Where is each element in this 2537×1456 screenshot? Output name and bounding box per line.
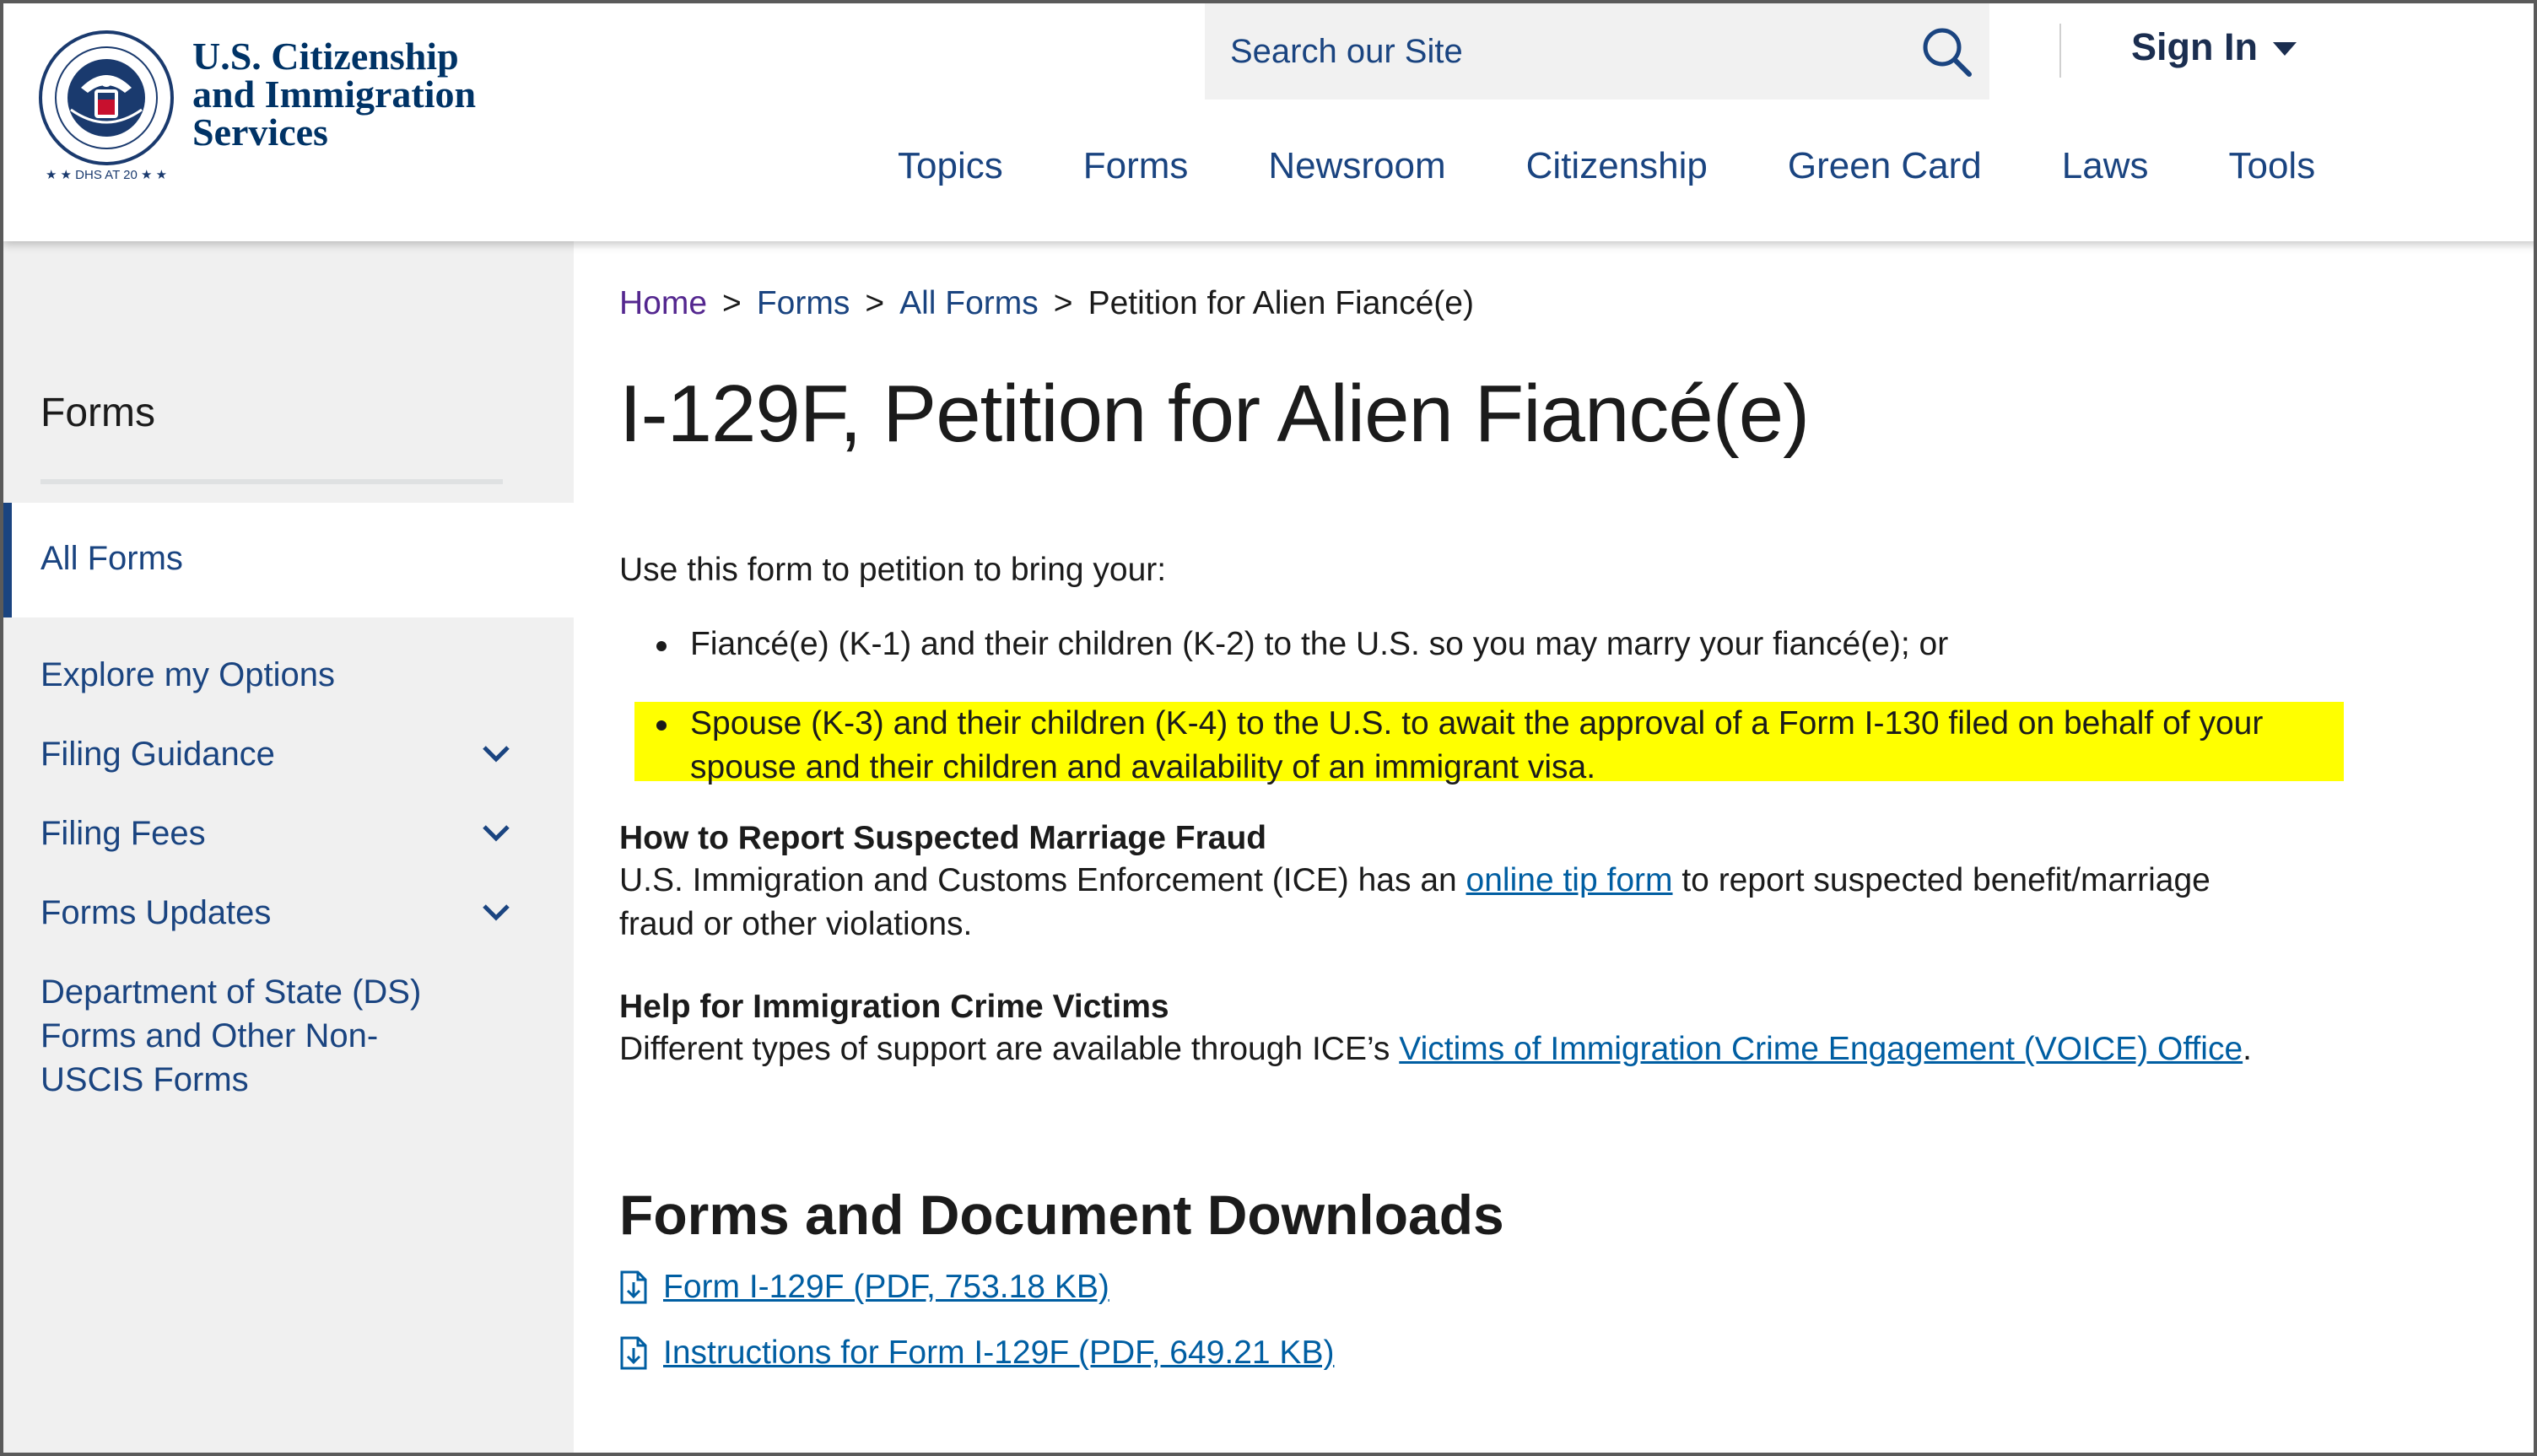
sidebar-item-forms-updates[interactable]: Forms Updates <box>40 891 513 935</box>
nav-newsroom[interactable]: Newsroom <box>1268 145 1445 187</box>
file-download-icon <box>620 1270 647 1304</box>
svg-text:★ ★ DHS AT 20 ★ ★: ★ ★ DHS AT 20 ★ ★ <box>46 168 167 182</box>
list-item: Fiancé(e) (K-1) and their children (K-2)… <box>619 623 2349 666</box>
sidebar-item-explore-my-options[interactable]: Explore my Options <box>40 653 513 697</box>
list-item-text: Fiancé(e) (K-1) and their children (K-2)… <box>690 626 1949 662</box>
chevron-down-icon[interactable] <box>479 817 513 850</box>
agency-line-1: U.S. Citizenship <box>192 35 459 78</box>
download-item: Instructions for Form I-129F (PDF, 649.2… <box>619 1335 1334 1372</box>
breadcrumb-forms[interactable]: Forms <box>757 285 850 321</box>
nav-topics[interactable]: Topics <box>898 145 1003 187</box>
victims-text-after: . <box>2243 1031 2252 1067</box>
instructions-i-129f-pdf-link[interactable]: Instructions for Form I-129F (PDF, 649.2… <box>663 1335 1334 1372</box>
petition-purpose-list: Fiancé(e) (K-1) and their children (K-2)… <box>619 623 2349 666</box>
intro-text: Use this form to petition to bring your: <box>619 552 1167 588</box>
breadcrumb-separator: > <box>722 285 742 321</box>
sign-in-label: Sign In <box>2131 25 2258 68</box>
sidebar-item-label: Filing Guidance <box>40 736 275 773</box>
chevron-down-icon[interactable] <box>479 896 513 930</box>
site-search <box>1205 3 1989 100</box>
nav-green-card[interactable]: Green Card <box>1788 145 1982 187</box>
file-download-icon <box>620 1336 647 1370</box>
sidebar: Forms All Forms Explore my Options Filin… <box>3 241 574 1453</box>
nav-tools[interactable]: Tools <box>2228 145 2315 187</box>
fraud-heading: How to Report Suspected Marriage Fraud <box>619 820 1267 856</box>
victims-text-before: Different types of support are available… <box>619 1031 1400 1067</box>
breadcrumb-home[interactable]: Home <box>619 285 707 321</box>
sidebar-item-label: Explore my Options <box>40 656 336 693</box>
sidebar-item-all-forms[interactable]: All Forms <box>3 503 574 617</box>
online-tip-form-link[interactable]: online tip form <box>1466 862 1673 898</box>
page-title: I-129F, Petition for Alien Fiancé(e) <box>619 369 1810 459</box>
breadcrumb-current: Petition for Alien Fiancé(e) <box>1088 285 1474 321</box>
sidebar-item-filing-fees[interactable]: Filing Fees <box>40 812 513 855</box>
dhs-seal-logo[interactable]: ★ ★ DHS AT 20 ★ ★ <box>37 29 175 184</box>
agency-line-3: Services <box>192 111 328 154</box>
highlighted-text: Spouse (K-3) and their children (K-4) to… <box>634 702 2344 785</box>
sidebar-item-label: Forms Updates <box>40 894 272 931</box>
sidebar-item-filing-guidance[interactable]: Filing Guidance <box>40 732 513 776</box>
breadcrumb-separator: > <box>1053 285 1073 321</box>
agency-line-2: and Immigration <box>192 73 477 116</box>
search-icon[interactable] <box>1919 24 1974 79</box>
sidebar-item-label: Department of State (DS) Forms and Other… <box>40 973 422 1098</box>
main-navigation: Topics Forms Newsroom Citizenship Green … <box>898 145 2395 187</box>
site-header: ★ ★ DHS AT 20 ★ ★ U.S. Citizenship and I… <box>3 3 2534 241</box>
chevron-down-icon[interactable] <box>479 737 513 771</box>
sidebar-item-department-of-state-forms[interactable]: Department of State (DS) Forms and Other… <box>40 970 429 1102</box>
victims-paragraph: Different types of support are available… <box>619 1027 2273 1071</box>
sidebar-item-label: All Forms <box>40 540 183 577</box>
voice-office-link[interactable]: Victims of Immigration Crime Engagement … <box>1399 1031 2243 1067</box>
sidebar-divider <box>40 479 503 484</box>
search-input[interactable] <box>1230 24 1888 79</box>
sidebar-title: Forms <box>40 391 155 435</box>
list-item-text: Spouse (K-3) and their children (K-4) to… <box>690 705 2264 785</box>
form-i-129f-pdf-link[interactable]: Form I-129F (PDF, 753.18 KB) <box>663 1269 1109 1306</box>
caret-down-icon <box>2273 42 2297 56</box>
breadcrumb: Home > Forms > All Forms > Petition for Alien … <box>619 285 1474 322</box>
header-divider <box>2059 24 2061 78</box>
nav-laws[interactable]: Laws <box>2062 145 2149 187</box>
nav-citizenship[interactable]: Citizenship <box>1526 145 1708 187</box>
list-item: Spouse (K-3) and their children (K-4) to… <box>619 702 2332 790</box>
breadcrumb-separator: > <box>865 285 885 321</box>
downloads-heading: Forms and Document Downloads <box>619 1184 1504 1246</box>
fraud-paragraph: U.S. Immigration and Customs Enforcement… <box>619 859 2273 946</box>
agency-name[interactable]: U.S. Citizenship and Immigration Service… <box>192 35 477 154</box>
download-item: Form I-129F (PDF, 753.18 KB) <box>619 1269 1109 1306</box>
sign-in-button[interactable]: Sign In <box>2131 25 2297 69</box>
browser-page: ★ ★ DHS AT 20 ★ ★ U.S. Citizenship and I… <box>0 0 2537 1456</box>
victims-heading: Help for Immigration Crime Victims <box>619 989 1169 1025</box>
breadcrumb-all-forms[interactable]: All Forms <box>899 285 1039 321</box>
nav-forms[interactable]: Forms <box>1083 145 1189 187</box>
sidebar-item-label: Filing Fees <box>40 815 206 852</box>
fraud-text-before: U.S. Immigration and Customs Enforcement… <box>619 862 1466 898</box>
